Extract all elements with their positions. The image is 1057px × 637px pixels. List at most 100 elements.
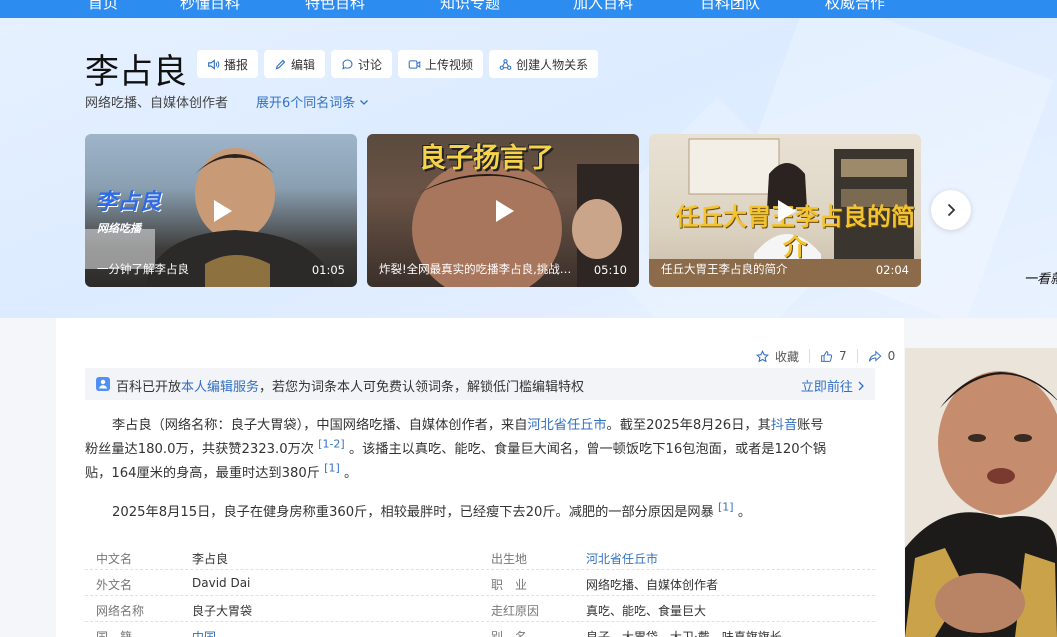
video-card[interactable]: 良子扬言了 炸裂!全网最真实的吃播李占良,挑战… 05:10	[367, 134, 639, 287]
summary-text: 。该播主以真吃、能吃、食量巨大闻名，曾一顿饭吃下16包泡面，或者是120个锅	[348, 442, 827, 457]
nationality-link[interactable]: 中国	[192, 628, 216, 637]
nav-item-miaodong[interactable]: 秒懂百科	[180, 0, 240, 13]
edit-label: 编辑	[291, 57, 316, 72]
birthplace-link[interactable]: 河北省任丘市	[586, 550, 658, 567]
news-text: 。	[737, 505, 751, 520]
chevron-right-icon	[947, 203, 956, 217]
like-button[interactable]: 7	[820, 349, 847, 363]
info-value: 网络吃播、自媒体创作者	[586, 578, 719, 592]
share-icon	[868, 350, 882, 362]
info-row: 网络名称 良子大胃袋 走红原因 真吃、能吃、食量巨大	[85, 596, 875, 622]
summary-text: 。截至2025年8月26日，其	[606, 418, 771, 433]
divider	[809, 349, 811, 363]
divider	[856, 349, 858, 363]
summary-paragraph: 李占良（网络名称：良子大胃袋），中国网络吃播、自媒体创作者，来自河北省任丘市。截…	[85, 414, 875, 486]
info-key: 外文名	[96, 578, 133, 592]
info-key: 国 籍	[96, 630, 133, 637]
user-badge-icon	[96, 377, 110, 391]
speaker-icon	[208, 58, 220, 70]
video-card[interactable]: 任丘大胃王李占良的简介 任丘大胃王李占良的简介 02:04	[649, 134, 921, 287]
thumbs-up-icon	[821, 350, 833, 362]
nav-item-join[interactable]: 加入百科	[573, 0, 633, 13]
info-value: 李占良	[192, 552, 229, 566]
info-value: 良子、大胃袋、大卫·戴、味真旗旗长	[586, 630, 782, 637]
go-now-label: 立即前往	[800, 380, 853, 395]
summary-text: 粉丝量达180.0万，共获赞2323.0万次	[85, 442, 314, 457]
nav-item-featured[interactable]: 特色百科	[305, 0, 365, 13]
nav-item-topics[interactable]: 知识专题	[440, 0, 500, 13]
summary-text: 李占良（网络名称：良子大胃袋），中国网络吃播、自媒体创作者，来自	[112, 418, 528, 433]
next-slide-peek: 一看就	[1024, 272, 1057, 287]
create-relation-button[interactable]: 创建人物关系	[489, 50, 599, 78]
collect-label: 收藏	[775, 349, 800, 364]
info-value: 良子大胃袋	[192, 604, 253, 618]
info-row: 国 籍 中国 别 名 良子、大胃袋、大卫·戴、味真旗旗长	[85, 622, 875, 637]
chevron-down-icon	[360, 99, 369, 105]
video-title: 炸裂!全网最真实的吃播李占良,挑战…	[379, 262, 572, 276]
lemma-summary-image[interactable]	[905, 348, 1057, 637]
top-nav: 首页 秒懂百科 特色百科 知识专题 加入百科 百科团队 权威合作	[0, 0, 1057, 18]
collect-button[interactable]: 收藏	[756, 348, 799, 365]
self-edit-service-link[interactable]: 本人编辑服务	[181, 380, 259, 395]
basic-info-table: 中文名 李占良 出生地 河北省任丘市 外文名 David Dai 职 业 网络吃…	[85, 544, 875, 637]
summary-text: 账号	[797, 418, 824, 433]
discuss-label: 讨论	[358, 57, 383, 72]
pencil-icon	[275, 59, 286, 69]
upload-video-label: 上传视频	[425, 57, 474, 72]
share-count: 0	[887, 349, 896, 363]
hometown-link[interactable]: 河北省任丘市	[527, 418, 606, 433]
broadcast-button[interactable]: 播报	[197, 50, 259, 78]
info-key: 别 名	[491, 630, 528, 637]
notice-prefix: 百科已开放	[116, 380, 182, 395]
lemma-actions: 播报 编辑 讨论 上传视频 创建人物关系	[197, 50, 599, 78]
lemma-description: 网络吃播、自媒体创作者	[85, 96, 229, 111]
info-row: 外文名 David Dai 职 业 网络吃播、自媒体创作者	[85, 570, 875, 596]
create-relation-label: 创建人物关系	[516, 57, 589, 72]
video-title: 一分钟了解李占良	[97, 262, 189, 276]
info-key: 出生地	[491, 552, 528, 566]
expand-homonyms-label: 展开6个同名词条	[256, 96, 356, 111]
info-key: 网络名称	[96, 604, 145, 618]
video-card[interactable]: 李占良 网络吃播 一分钟了解李占良 01:05	[85, 134, 357, 287]
expand-homonyms-link[interactable]: 展开6个同名词条	[256, 92, 369, 111]
douyin-link[interactable]: 抖音	[771, 418, 797, 433]
person-photo	[905, 348, 1057, 637]
page-title: 李占良	[85, 52, 187, 92]
info-value: David Dai	[192, 576, 251, 590]
video-duration: 01:05	[311, 263, 345, 277]
nav-item-team[interactable]: 百科团队	[700, 0, 760, 13]
play-icon	[496, 199, 514, 222]
video-title: 任丘大胃王李占良的简介	[661, 262, 788, 276]
video-caption-sub: 网络吃播	[97, 222, 141, 235]
play-icon	[778, 199, 796, 222]
play-icon	[214, 199, 232, 222]
summary-text: 。	[343, 466, 358, 481]
discuss-button[interactable]: 讨论	[331, 50, 393, 78]
edit-button[interactable]: 编辑	[264, 50, 326, 78]
like-count: 7	[839, 349, 847, 363]
notice-suffix: ，若您为词条本人可免费认领词条，解锁低门槛编辑特权	[259, 380, 585, 395]
relation-icon	[499, 58, 512, 70]
video-caption: 李占良	[95, 190, 162, 215]
lemma-header: 李占良 播报 编辑 讨论 上传视频 创建人物关系 网络吃播、自媒体创作者 展开6…	[0, 18, 1057, 318]
video-caption: 良子扬言了	[419, 143, 554, 174]
lemma-meta-bar: 收藏 7 0	[756, 348, 895, 364]
info-key: 职 业	[491, 578, 528, 592]
video-upload-icon	[408, 59, 421, 69]
video-duration: 02:04	[875, 263, 909, 277]
reference-link[interactable]: [1-2]	[318, 438, 345, 451]
claim-notice: 百科已开放本人编辑服务，若您为词条本人可免费认领词条，解锁低门槛编辑特权 立即前…	[85, 368, 875, 400]
video-duration: 05:10	[593, 263, 627, 277]
upload-video-button[interactable]: 上传视频	[398, 50, 484, 78]
nav-item-partner[interactable]: 权威合作	[825, 0, 885, 13]
share-button[interactable]: 0	[868, 349, 896, 363]
news-text: 2025年8月15日，良子在健身房称重360斤，相较最胖时，已经瘦下去20斤。减…	[112, 505, 714, 520]
info-value: 真吃、能吃、食量巨大	[586, 604, 707, 618]
reference-link[interactable]: [1]	[324, 462, 340, 475]
chevron-right-icon	[858, 381, 864, 391]
broadcast-label: 播报	[224, 57, 249, 72]
carousel-next-button[interactable]	[931, 190, 971, 230]
nav-item-home[interactable]: 首页	[88, 0, 118, 13]
reference-link[interactable]: [1]	[718, 501, 734, 514]
go-now-link[interactable]: 立即前往	[801, 376, 865, 395]
